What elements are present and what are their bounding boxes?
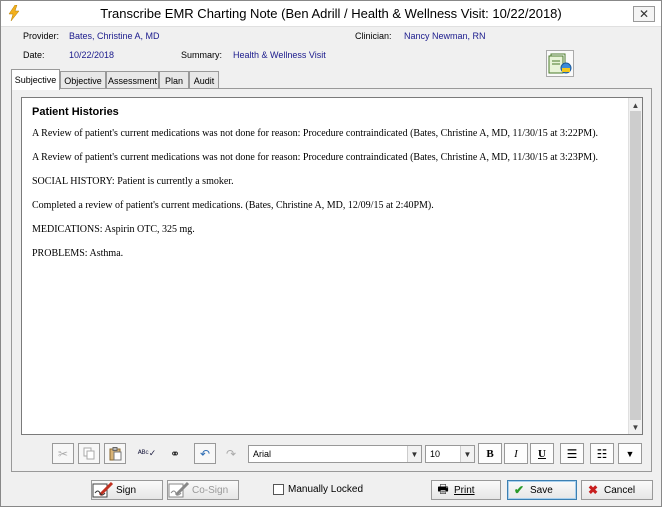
tab-assessment[interactable]: Assessment	[106, 71, 159, 89]
redo-icon: ↷	[225, 446, 237, 461]
summary-value: Health & Wellness Visit	[233, 50, 326, 60]
copy-icon	[83, 447, 95, 460]
vertical-scrollbar[interactable]: ▲ ▼	[628, 98, 642, 434]
chevron-down-icon: ▼	[460, 446, 474, 462]
cosign-pen-icon	[168, 481, 190, 498]
align-button[interactable]: ☰	[560, 443, 584, 464]
subjective-panel: Patient Histories A Review of patient's …	[11, 88, 652, 472]
sign-button[interactable]: Sign	[91, 480, 163, 500]
window-title: Transcribe EMR Charting Note (Ben Adrill…	[100, 6, 562, 21]
provider-label: Provider:	[23, 31, 60, 41]
spellcheck-icon: ᴬᴮᶜ✓	[137, 448, 157, 458]
font-size-value: 10	[430, 449, 441, 459]
spellcheck-button[interactable]: ᴬᴮᶜ✓	[136, 443, 158, 464]
manually-locked-checkbox[interactable]	[273, 484, 284, 495]
cancel-button[interactable]: ✖ Cancel	[581, 480, 653, 500]
printer-icon: 🖶	[437, 481, 449, 496]
print-label: Print	[454, 484, 475, 496]
tab-plan[interactable]: Plan	[159, 71, 189, 89]
scroll-thumb[interactable]	[630, 111, 641, 420]
bullet-list-button[interactable]: ☷	[590, 443, 614, 464]
tab-subjective[interactable]: Subjective	[11, 69, 60, 90]
chevron-down-icon: ▼	[625, 448, 635, 459]
close-icon: ✕	[638, 7, 650, 21]
cancel-x-icon: ✖	[587, 483, 599, 497]
cut-button[interactable]: ✂	[52, 443, 74, 464]
tab-objective[interactable]: Objective	[60, 71, 106, 89]
italic-button[interactable]: I	[504, 443, 528, 464]
more-options-button[interactable]: ▼	[618, 443, 642, 464]
bold-button[interactable]: B	[478, 443, 502, 464]
sign-label: Sign	[116, 484, 137, 496]
paste-button[interactable]	[104, 443, 126, 464]
section-title: Patient Histories	[32, 106, 119, 118]
scroll-up-icon[interactable]: ▲	[629, 99, 642, 111]
editor-content: Patient Histories A Review of patient's …	[32, 106, 622, 271]
font-family-value: Arial	[253, 449, 272, 459]
clipboard-icon	[109, 446, 121, 460]
chevron-down-icon: ▼	[407, 446, 421, 462]
copy-button[interactable]	[78, 443, 100, 464]
undo-icon: ↶	[199, 446, 211, 461]
cosign-label: Co-Sign	[192, 484, 229, 496]
align-justify-icon: ☰	[566, 446, 578, 461]
emr-document-icon	[548, 53, 572, 74]
find-button[interactable]: ⚭	[164, 443, 186, 464]
underline-button[interactable]: U	[530, 443, 554, 464]
undo-button[interactable]: ↶	[194, 443, 216, 464]
manually-locked-label: Manually Locked	[288, 484, 364, 495]
charting-note-window: Transcribe EMR Charting Note (Ben Adrill…	[0, 0, 662, 507]
save-label: Save	[530, 484, 553, 496]
save-button[interactable]: ✔ Save	[507, 480, 577, 500]
title-bar: Transcribe EMR Charting Note (Ben Adrill…	[1, 1, 661, 27]
note-paragraph: A Review of patient's current medication…	[32, 128, 599, 139]
date-value: 10/22/2018	[69, 50, 115, 60]
clinician-value: Nancy Newman, RN	[404, 31, 486, 41]
binoculars-icon: ⚭	[169, 446, 181, 461]
bullet-list-icon: ☷	[596, 446, 608, 461]
date-label: Date:	[23, 50, 45, 60]
cosign-button[interactable]: Co-Sign	[167, 480, 239, 500]
font-size-select[interactable]: 10 ▼	[425, 445, 475, 463]
redo-button[interactable]: ↷	[220, 443, 242, 464]
note-paragraph: Completed a review of patient's current …	[32, 200, 434, 211]
emr-document-button[interactable]	[546, 50, 574, 77]
note-paragraph: PROBLEMS: Asthma.	[32, 248, 124, 259]
font-family-select[interactable]: Arial ▼	[248, 445, 422, 463]
cancel-label: Cancel	[604, 484, 636, 496]
summary-label: Summary:	[181, 50, 223, 60]
scroll-down-icon[interactable]: ▼	[629, 421, 642, 433]
checkmark-icon: ✔	[513, 483, 525, 497]
close-button[interactable]: ✕	[633, 6, 655, 22]
tab-audit[interactable]: Audit	[189, 71, 219, 89]
note-paragraph: SOCIAL HISTORY: Patient is currently a s…	[32, 176, 234, 187]
formatting-toolbar: ✂ ᴬᴮᶜ✓ ⚭ ↶ ↷ Arial ▼ 10 ▼ B I U ☰ ☷ ▼	[12, 439, 653, 467]
note-paragraph: A Review of patient's current medication…	[32, 152, 599, 163]
sign-pen-icon	[92, 481, 114, 498]
manually-locked-option[interactable]: Manually Locked	[273, 484, 363, 495]
note-paragraph: MEDICATIONS: Aspirin OTC, 325 mg.	[32, 224, 195, 235]
clinician-label: Clinician:	[355, 31, 392, 41]
scissors-icon: ✂	[57, 446, 69, 461]
provider-value: Bates, Christine A, MD	[69, 31, 160, 41]
note-editor[interactable]: Patient Histories A Review of patient's …	[21, 97, 643, 435]
print-button[interactable]: 🖶 Print	[431, 480, 501, 500]
